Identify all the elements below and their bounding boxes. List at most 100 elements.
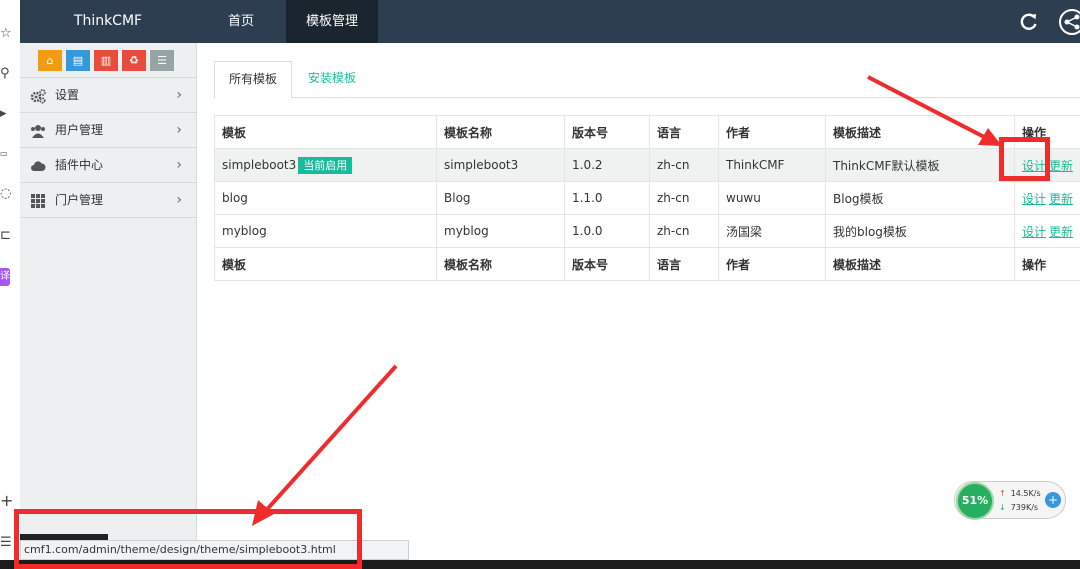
sidebar-item-portal[interactable]: 门户管理 › [20, 183, 196, 218]
theme-lang: zh-cn [649, 181, 719, 215]
column-header: 语言 [649, 115, 719, 149]
update-link[interactable]: 更新 [1049, 159, 1073, 173]
nav-home[interactable]: 首页 [196, 0, 286, 43]
theme-actions: 设计 更新 [1014, 214, 1080, 248]
theme-desc: 我的blog模板 [825, 214, 1015, 248]
chevron-right-icon: › [176, 192, 182, 208]
table-row: simpleboot3 当前启用 simpleboot3 1.0.2 zh-cn … [214, 148, 1080, 182]
download-speed-value: 739K/s [1010, 503, 1039, 512]
sidebar-item-users[interactable]: 用户管理 › [20, 113, 196, 148]
theme-version: 1.1.0 [564, 181, 650, 215]
main-content: 所有模板 安装模板 模板 模板名称 版本号 语言 作者 模板描述 操作 simp… [197, 43, 1080, 569]
column-footer: 语言 [649, 247, 719, 281]
browser-side-strip: ☆ ⚲ ▸ ▭ ◌ ⊏ 译 + ☰ [0, 0, 20, 569]
theme-author: ThinkCMF [718, 148, 826, 182]
theme-name: simpleboot3 [436, 148, 565, 182]
refresh-icon[interactable] [1018, 11, 1040, 33]
table-row: blog Blog 1.1.0 zh-cn wuwu Blog模板 设计 更新 [214, 181, 1080, 215]
network-speed-widget[interactable]: 51% ↑ 14.5K/s ↓ 739K/s + [954, 481, 1066, 520]
theme-name: myblog [436, 214, 565, 248]
upload-speed: ↑ 14.5K/s [999, 489, 1041, 498]
arrow-down-icon: ↓ [999, 503, 1006, 512]
theme-author: 汤国梁 [718, 214, 826, 248]
download-speed: ↓ 739K/s [999, 503, 1038, 512]
sidebar-item-label: 插件中心 [55, 158, 104, 172]
theme-desc: ThinkCMF默认模板 [825, 148, 1015, 182]
gears-icon [30, 89, 46, 104]
update-link[interactable]: 更新 [1049, 225, 1073, 239]
cart-icon[interactable]: ⊏ [0, 228, 16, 244]
table-header-row: 模板 模板名称 版本号 语言 作者 模板描述 操作 [214, 115, 1080, 149]
live-icon[interactable]: ▭ [0, 146, 16, 162]
theme-id: myblog [214, 214, 437, 248]
share-icon[interactable] [1058, 8, 1080, 36]
table-row: myblog myblog 1.0.0 zh-cn 汤国梁 我的blog模板 设… [214, 214, 1080, 248]
column-footer: 模板 [214, 247, 437, 281]
column-header: 模板描述 [825, 115, 1015, 149]
plus-icon[interactable]: + [0, 493, 16, 509]
theme-lang: zh-cn [649, 148, 719, 182]
theme-author: wuwu [718, 181, 826, 215]
column-footer: 作者 [718, 247, 826, 281]
home-icon[interactable]: ⌂ [38, 50, 62, 71]
nav-theme-management[interactable]: 模板管理 [286, 0, 378, 43]
arrow-up-icon: ↑ [999, 489, 1006, 498]
column-header: 模板名称 [436, 115, 565, 149]
column-header: 模板 [214, 115, 437, 149]
theme-lang: zh-cn [649, 214, 719, 248]
star-icon[interactable]: ☆ [0, 26, 16, 42]
column-footer: 操作 [1014, 247, 1080, 281]
theme-actions: 设计 更新 [1014, 181, 1080, 215]
design-link[interactable]: 设计 [1022, 225, 1046, 239]
theme-version: 1.0.2 [564, 148, 650, 182]
annotation-box-design [999, 137, 1050, 181]
screen: ☆ ⚲ ▸ ▭ ◌ ⊏ 译 + ☰ ThinkCMF 首页 模板管理 ⌂ ▤ ▥ ♻ ☰ [0, 0, 1080, 569]
brand-logo[interactable]: ThinkCMF [20, 0, 196, 43]
theme-cell: simpleboot3 当前启用 [214, 148, 437, 182]
sidebar-shortcuts: ⌂ ▤ ▥ ♻ ☰ [20, 43, 196, 78]
design-link[interactable]: 设计 [1022, 192, 1046, 206]
theme-version: 1.0.0 [564, 214, 650, 248]
annotation-box-url [14, 509, 362, 569]
sidebar-item-label: 设置 [55, 88, 80, 102]
grid-icon [31, 194, 45, 208]
upload-speed-value: 14.5K/s [1010, 489, 1041, 498]
table-footer-row: 模板 模板名称 版本号 语言 作者 模板描述 操作 [214, 247, 1080, 281]
file-icon[interactable]: ▤ [66, 50, 90, 71]
sidebar-item-settings[interactable]: 设置 › [20, 78, 196, 113]
trash-icon[interactable]: ▥ [94, 50, 118, 71]
play-icon[interactable]: ◌ [0, 186, 16, 202]
column-footer: 模板描述 [825, 247, 1015, 281]
users-icon [31, 125, 45, 138]
search-icon[interactable]: ⚲ [0, 66, 16, 82]
theme-id: blog [214, 181, 437, 215]
current-theme-badge: 当前启用 [298, 156, 353, 174]
column-footer: 版本号 [564, 247, 650, 281]
themes-table: 模板 模板名称 版本号 语言 作者 模板描述 操作 simpleboot3 当前启… [214, 115, 1080, 281]
tab-install-themes[interactable]: 安装模板 [294, 61, 370, 98]
theme-id: simpleboot3 [222, 157, 297, 172]
theme-name: Blog [436, 181, 565, 215]
plus-icon[interactable]: + [1045, 492, 1061, 508]
video-icon[interactable]: ▸ [0, 106, 16, 122]
list-icon[interactable]: ☰ [150, 50, 174, 71]
update-link[interactable]: 更新 [1049, 192, 1073, 206]
column-header: 版本号 [564, 115, 650, 149]
sidebar-item-label: 门户管理 [55, 193, 104, 207]
translate-icon[interactable]: 译 [0, 268, 10, 286]
column-footer: 模板名称 [436, 247, 565, 281]
tab-all-themes[interactable]: 所有模板 [214, 61, 293, 99]
theme-tabs: 所有模板 安装模板 [214, 61, 1080, 99]
sidebar: ⌂ ▤ ▥ ♻ ☰ 设置 › 用户管理 › 插件中心 › 门户管理 › [20, 43, 197, 569]
sidebar-item-label: 用户管理 [55, 123, 104, 137]
theme-desc: Blog模板 [825, 181, 1015, 215]
cloud-icon [31, 161, 46, 171]
sidebar-item-plugins[interactable]: 插件中心 › [20, 148, 196, 183]
top-navbar: ThinkCMF 首页 模板管理 [20, 0, 1080, 43]
chevron-right-icon: › [176, 122, 182, 138]
recycle-icon[interactable]: ♻ [122, 50, 146, 71]
chevron-right-icon: › [176, 157, 182, 173]
memory-percent: 51% [956, 482, 994, 520]
column-header: 作者 [718, 115, 826, 149]
chevron-right-icon: › [176, 87, 182, 103]
